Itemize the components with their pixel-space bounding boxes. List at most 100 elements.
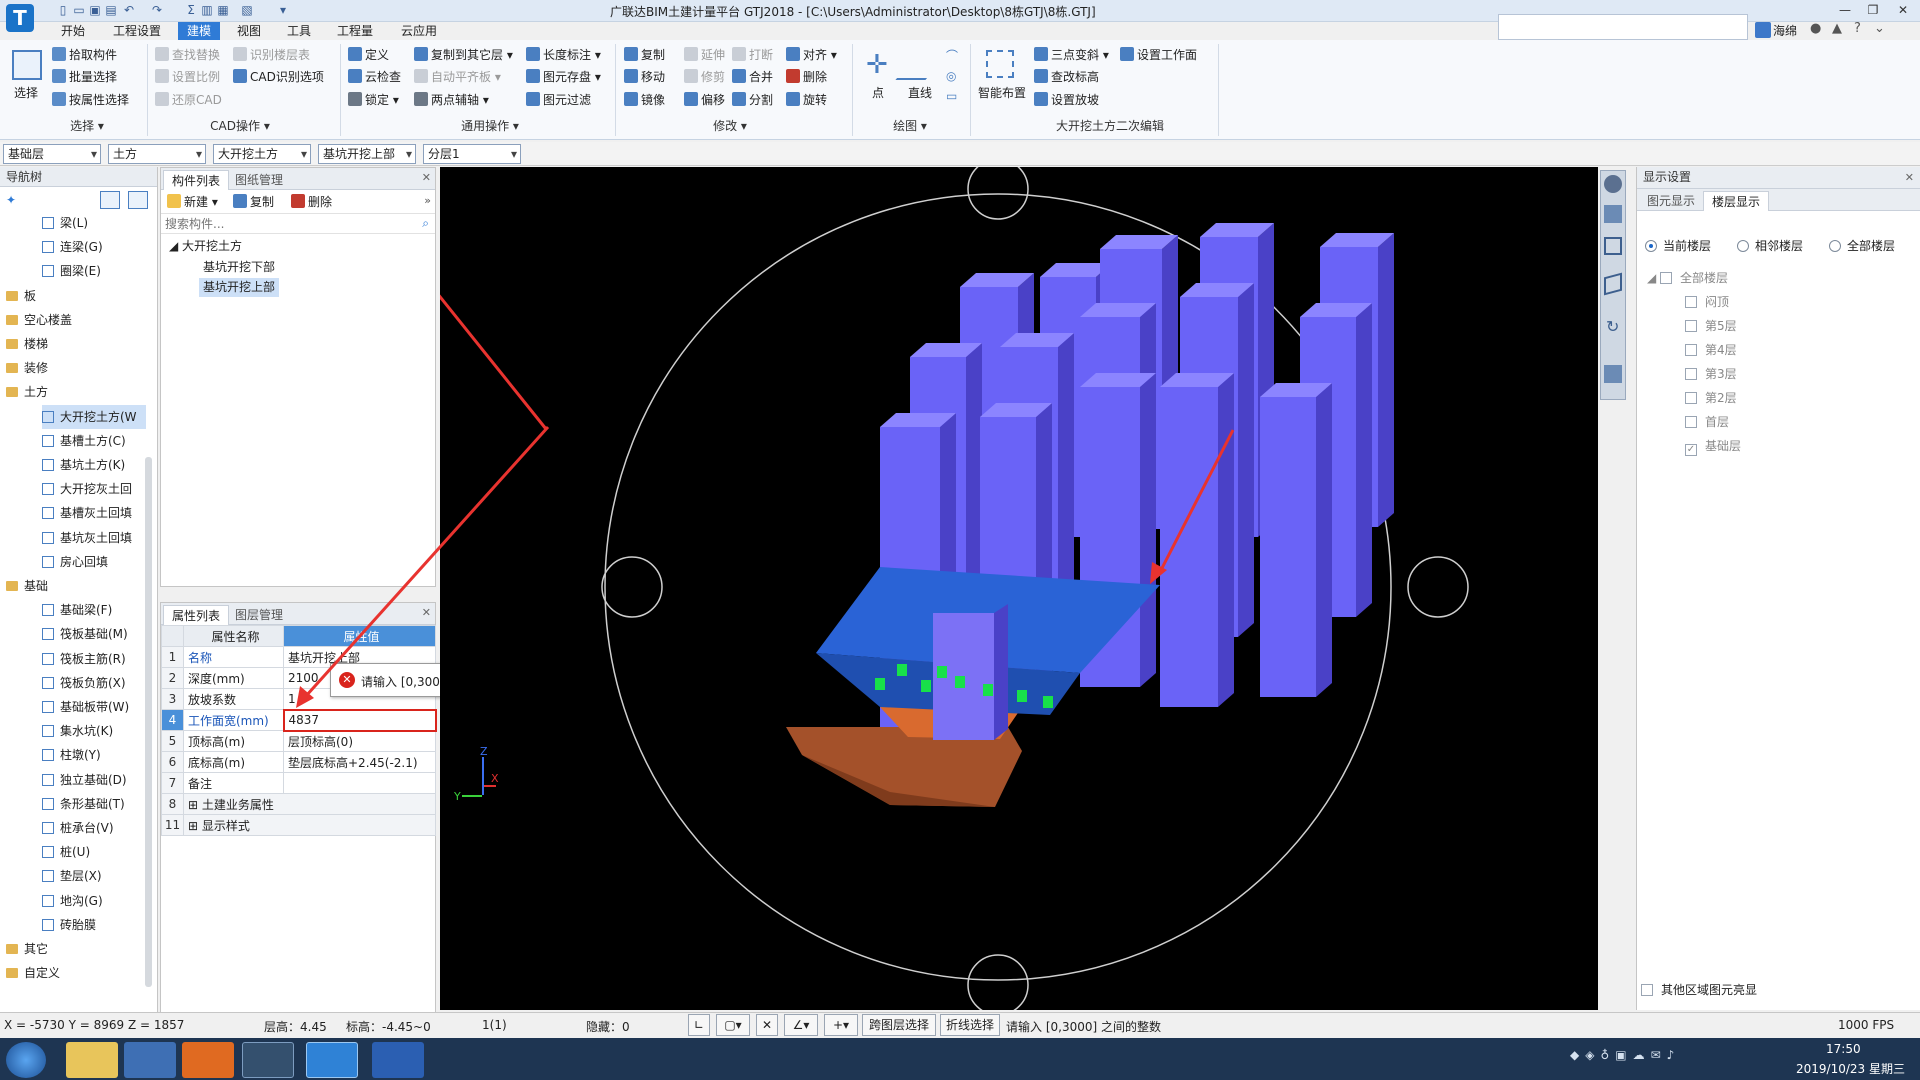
floor-checkbox[interactable]: 第2层 [1685,389,1737,406]
3d-viewport[interactable]: Y X Z [88,146,1598,1016]
close-button[interactable]: ✕ [1890,1,1916,19]
grid-icon[interactable]: ▧ [240,3,254,17]
nav-item[interactable]: 圈梁(E) [42,259,146,283]
tab-floor-display[interactable]: 楼层显示 [1703,191,1770,211]
gtj-taskbar-icon[interactable] [306,1042,358,1078]
layer-selector[interactable]: 分层1 [423,144,521,164]
tab-property-list[interactable]: 属性列表 [163,605,230,625]
menu-quantities[interactable]: 工程量 [328,22,382,40]
restore-cad-button[interactable]: 还原CAD [155,90,222,110]
report-icon[interactable]: ▦ [216,3,230,17]
tree-item-lower[interactable]: 基坑开挖下部 [199,258,279,277]
nav-category[interactable]: 土方 [6,380,142,404]
orbit-handle-right[interactable] [1407,556,1469,618]
restore-button[interactable]: ❐ [1860,1,1886,19]
menu-view[interactable]: 视图 [228,22,270,40]
arc-draw-icon[interactable]: ⌒ ◎ ▭ [946,46,958,106]
column-face[interactable] [1260,397,1316,697]
property-value[interactable] [283,772,436,794]
nav-item[interactable]: 基槽灰土回填 [42,501,146,525]
word-taskbar-icon[interactable] [372,1042,424,1078]
panel-close-icon[interactable]: ✕ [1905,171,1914,184]
column-face[interactable] [1160,387,1218,707]
nav-category[interactable]: 空心楼盖 [6,308,142,332]
nav-category[interactable]: 装修 [6,356,142,380]
cad-identify-options-button[interactable]: CAD识别选项 [233,67,324,87]
pile-marker[interactable] [983,684,993,696]
select-by-property-button[interactable]: 按属性选择 [52,90,129,110]
menu-modeling[interactable]: 建模 [178,22,221,40]
cloud-check-button[interactable]: 云检查 [348,67,401,87]
box-view-icon[interactable] [1604,272,1622,296]
redo-icon[interactable]: ↷ [150,3,164,17]
user-name[interactable]: 海绵 [1773,22,1797,39]
pile-marker[interactable] [921,680,931,692]
other-highlight-checkbox[interactable]: 其他区域图元亮显 [1641,981,1757,998]
delete-component-button[interactable]: 删除 [291,192,332,212]
nav-item[interactable]: 桩承台(V) [42,816,146,840]
component-search-input[interactable] [163,215,403,232]
gld-taskbar-icon[interactable] [124,1042,176,1078]
mirror-button[interactable]: 镜像 [624,90,665,110]
start-button[interactable] [6,1042,46,1078]
nav-item[interactable]: 柱墩(Y) [42,743,146,767]
nav-item[interactable]: 基坑灰土回填 [42,526,146,550]
property-row[interactable]: 6 底标高(m) 垫层底标高+2.45(-2.1) [161,751,436,773]
expand-icon[interactable]: ⊞ [188,819,202,833]
quick-access-more-icon[interactable]: ▾ [276,3,290,17]
move-button[interactable]: 移动 [624,67,665,87]
set-work-face-button[interactable]: 设置工作面 [1120,45,1197,65]
help-search-box[interactable] [1498,14,1748,40]
radio-adjacent-floor[interactable]: 相邻楼层 [1737,237,1803,254]
nav-item[interactable]: 基坑土方(K) [42,453,146,477]
delete-button[interactable]: 删除 [786,67,827,87]
new-file-icon[interactable]: ▯ [56,3,70,17]
workface-width-input[interactable]: 4837 [282,708,437,732]
nav-item[interactable]: 大开挖灰土回 [42,477,146,501]
tray-time[interactable]: 17:50 [1826,1042,1861,1056]
align-button[interactable]: 对齐 ▾ [786,45,837,65]
nav-item[interactable]: 筏板基础(M) [42,622,146,646]
element-filter-button[interactable]: 图元过滤 [526,90,591,110]
cross-snap-icon[interactable]: ✕ [756,1014,778,1036]
nav-category[interactable]: 其它 [6,937,142,961]
nav-item[interactable]: 集水坑(K) [42,719,146,743]
floor-checkbox[interactable]: ✓ 基础层 [1685,437,1741,456]
three-point-slope-button[interactable]: 三点变斜 ▾ [1034,45,1109,65]
tree-root[interactable]: ◢ 大开挖土方 [169,237,242,254]
floor-checkbox[interactable]: 闷顶 [1685,293,1729,310]
explorer-taskbar-icon[interactable] [66,1042,118,1078]
set-scale-button[interactable]: 设置比例 [155,67,220,87]
property-row[interactable]: 5 顶标高(m) 层顶标高(0) [161,730,436,752]
rotate-view-icon[interactable]: ↻ [1606,317,1619,336]
nav-item[interactable]: 连梁(G) [42,235,146,259]
length-dimension-button[interactable]: 长度标注 ▾ [526,45,601,65]
tray-icons[interactable]: ◆◈♁▣☁✉♪ [1570,1048,1680,1062]
ortho-toggle-icon[interactable]: ∟ [688,1014,710,1036]
component-type-selector[interactable]: 大开挖土方 [213,144,311,164]
sum-icon[interactable]: Σ [184,3,198,17]
floor-root-checkbox[interactable]: ◢ 全部楼层 [1647,269,1728,286]
save-elements-button[interactable]: 图元存盘 ▾ [526,67,601,87]
pile-marker[interactable] [1017,690,1027,702]
floor-checkbox[interactable]: 第5层 [1685,317,1737,334]
point-draw-label[interactable]: 点 [872,84,884,101]
grid-view-icon[interactable] [128,191,148,209]
expand-icon[interactable]: » [424,194,431,207]
open-file-icon[interactable]: ▭ [72,3,86,17]
bell-icon[interactable]: ● [1810,21,1821,36]
orbit-handle-top[interactable] [967,158,1029,220]
lock-button[interactable]: 锁定 ▾ [348,90,399,110]
property-value[interactable]: 垫层底标高+2.45(-2.1) [283,751,436,773]
offset-button[interactable]: 偏移 [684,90,725,110]
auto-align-slab-button[interactable]: 自动平齐板 ▾ [414,67,501,87]
menu-start[interactable]: 开始 [52,22,94,40]
menu-cloud[interactable]: 云应用 [392,22,446,40]
nav-item[interactable]: 梁(L) [42,211,146,235]
split-button[interactable]: 分割 [732,90,773,110]
print-icon[interactable]: ▤ [104,3,118,17]
smart-layout-label[interactable]: 智能布置 [978,84,1026,101]
two-point-aux-axis-button[interactable]: 两点辅轴 ▾ [414,90,489,110]
floor-selector[interactable]: 基础层 [3,144,101,164]
nav-category[interactable]: 楼梯 [6,332,142,356]
